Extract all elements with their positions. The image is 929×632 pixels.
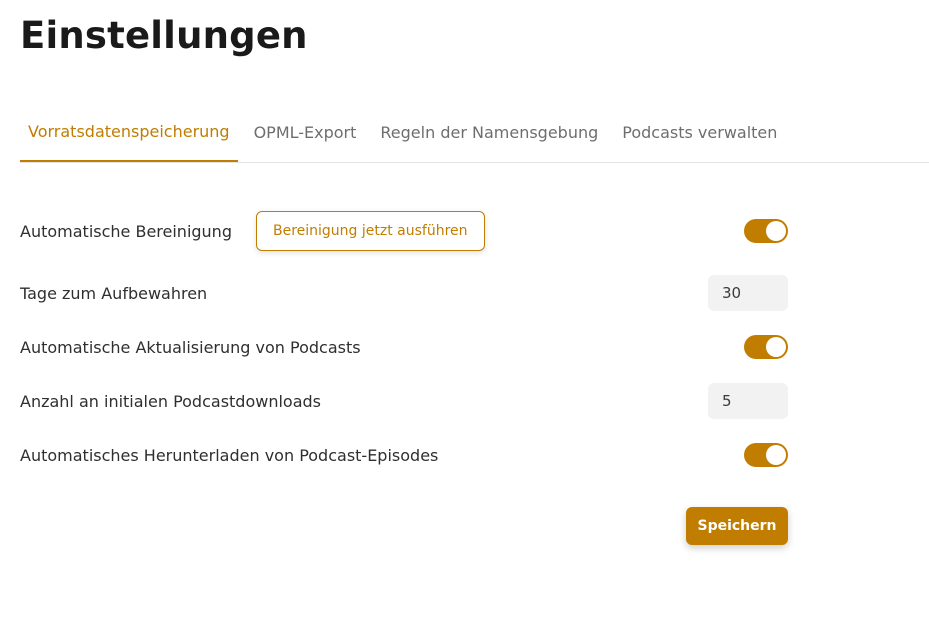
auto-download-row: Automatisches Herunterladen von Podcast-…	[20, 443, 788, 467]
retention-days-label: Tage zum Aufbewahren	[20, 283, 208, 303]
auto-cleanup-row: Automatische Bereinigung Bereinigung jet…	[20, 211, 788, 251]
initial-downloads-row: Anzahl an initialen Podcastdownloads	[20, 383, 788, 419]
auto-update-row: Automatische Aktualisierung von Podcasts	[20, 335, 788, 359]
auto-download-label: Automatisches Herunterladen von Podcast-…	[20, 445, 439, 465]
auto-cleanup-toggle[interactable]	[744, 219, 788, 243]
run-cleanup-button[interactable]: Bereinigung jetzt ausführen	[255, 211, 485, 251]
auto-update-toggle[interactable]	[744, 335, 788, 359]
toggle-knob	[766, 445, 786, 465]
tab-naming-rules[interactable]: Regeln der Namensgebung	[372, 103, 606, 162]
initial-downloads-label: Anzahl an initialen Podcastdownloads	[20, 391, 321, 411]
toggle-knob	[766, 337, 786, 357]
retention-days-row: Tage zum Aufbewahren	[20, 275, 788, 311]
tab-manage-podcasts[interactable]: Podcasts verwalten	[614, 103, 785, 162]
initial-downloads-input[interactable]	[708, 383, 788, 419]
settings-tabs: Vorratsdatenspeicherung OPML-Export Rege…	[20, 103, 929, 163]
auto-download-toggle[interactable]	[744, 443, 788, 467]
auto-cleanup-label: Automatische Bereinigung	[20, 221, 232, 241]
tab-opml-export[interactable]: OPML-Export	[246, 103, 365, 162]
retention-days-input[interactable]	[708, 275, 788, 311]
save-button[interactable]: Speichern	[686, 507, 788, 545]
page-title: Einstellungen	[20, 14, 308, 57]
toggle-knob	[766, 221, 786, 241]
tab-retention[interactable]: Vorratsdatenspeicherung	[20, 103, 238, 162]
auto-update-label: Automatische Aktualisierung von Podcasts	[20, 337, 361, 357]
